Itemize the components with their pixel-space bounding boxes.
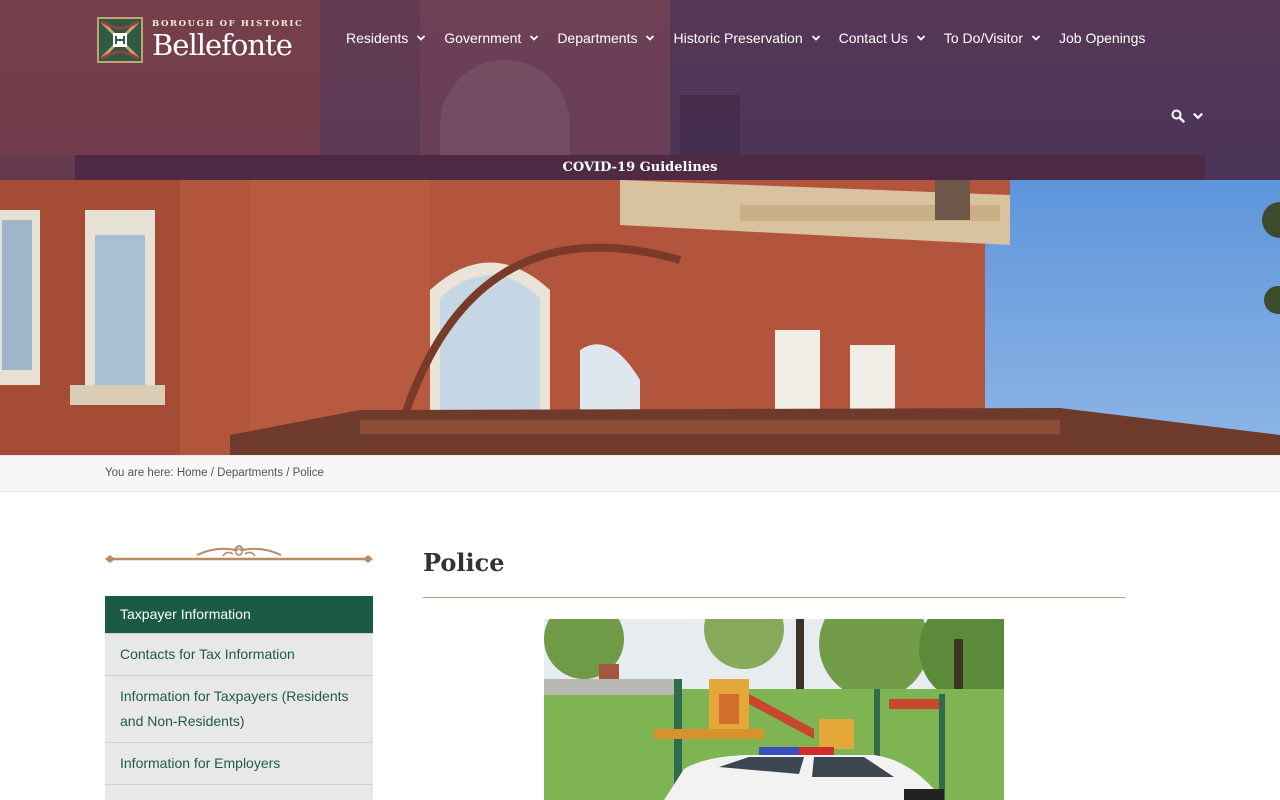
nav-item-todo-visitor[interactable]: To Do/Visitor — [944, 28, 1041, 48]
sidebar-item-taxpayer-information[interactable]: Taxpayer Information — [105, 596, 373, 634]
logo-small-text: BOROUGH OF HISTORIC — [152, 18, 304, 29]
chevron-down-icon — [811, 35, 820, 41]
nav-item-government[interactable]: Government — [444, 28, 539, 48]
breadcrumb-separator: / — [210, 467, 214, 479]
police-car-playground-illustration — [544, 619, 1004, 800]
sidebar-item-partial[interactable] — [105, 785, 373, 800]
sidebar-item-employers[interactable]: Information for Employers — [105, 743, 373, 785]
main-nav: Residents Government Departments Histori… — [346, 28, 1163, 48]
nav-label: To Do/Visitor — [943, 30, 1023, 46]
nav-label: Residents — [346, 30, 409, 46]
chevron-down-icon — [916, 35, 926, 41]
nav-item-historic-preservation[interactable]: Historic Preservation — [673, 28, 820, 48]
nav-label: Job Openings — [1058, 30, 1146, 46]
breadcrumb-prefix: You are here: — [105, 467, 174, 479]
page-title: Police — [423, 548, 505, 577]
hero-building-illustration — [0, 180, 1280, 455]
nav-item-job-openings[interactable]: Job Openings — [1059, 28, 1145, 48]
nav-item-departments[interactable]: Departments — [557, 28, 655, 48]
search-icon — [1171, 109, 1185, 123]
police-photo — [544, 619, 1004, 800]
breadcrumb: You are here: Home / Departments / Polic… — [0, 455, 1280, 492]
chevron-down-icon — [646, 35, 655, 41]
breadcrumb-current: Police — [292, 467, 324, 479]
logo-mark-icon — [97, 17, 143, 63]
hero-image — [0, 180, 1280, 455]
logo-big-text: Bellefonte — [152, 28, 293, 63]
chevron-down-icon — [530, 35, 539, 41]
covid-guidelines-link[interactable]: COVID-19 Guidelines — [75, 155, 1205, 180]
chevron-down-icon — [417, 35, 426, 41]
sidebar-item-taxpayer-residents[interactable]: Information for Taxpayers (Residents and… — [105, 676, 373, 743]
nav-label: Historic Preservation — [673, 30, 803, 46]
nav-label: Government — [444, 30, 522, 46]
nav-item-contact-us[interactable]: Contact Us — [839, 28, 926, 48]
ornament-divider-icon — [105, 545, 373, 563]
sidebar-item-contacts-tax[interactable]: Contacts for Tax Information — [105, 634, 373, 676]
breadcrumb-home-link[interactable]: Home — [177, 467, 208, 479]
search-toggle-button[interactable] — [1171, 108, 1207, 124]
nav-label: Contact Us — [838, 30, 908, 46]
chevron-down-icon — [1031, 35, 1041, 41]
title-divider — [423, 597, 1125, 598]
site-logo[interactable]: BOROUGH OF HISTORIC Bellefonte — [96, 15, 311, 65]
nav-label: Departments — [557, 30, 638, 46]
site-header: BOROUGH OF HISTORIC Bellefonte Residents… — [0, 0, 1280, 180]
breadcrumb-departments-link[interactable]: Departments — [217, 467, 283, 479]
breadcrumb-separator: / — [286, 467, 290, 479]
sidebar-menu: Taxpayer Information Contacts for Tax In… — [105, 596, 373, 800]
chevron-down-icon — [1193, 112, 1203, 120]
nav-item-residents[interactable]: Residents — [346, 28, 426, 48]
